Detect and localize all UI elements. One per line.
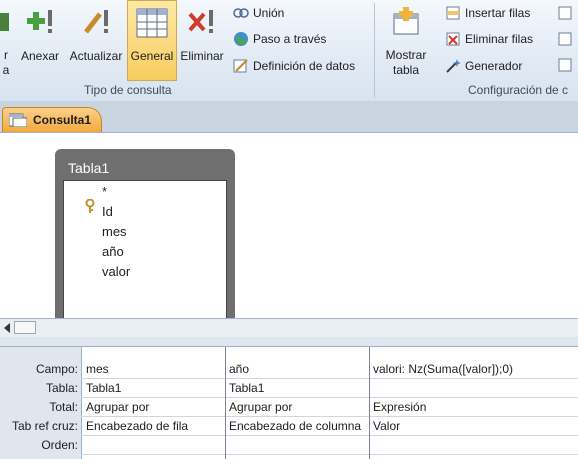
- row-label-campo: Campo:: [35, 362, 78, 376]
- update-pencil-icon: [66, 4, 126, 40]
- builder-button[interactable]: Generador: [445, 58, 522, 74]
- cell-col1-tabref[interactable]: Encabezado de fila: [86, 419, 222, 433]
- general-button[interactable]: General: [127, 0, 177, 81]
- table-field-list[interactable]: Tabla1 * Id mes año valor: [55, 149, 235, 325]
- cell-col1-tabla[interactable]: Tabla1: [86, 381, 222, 395]
- ribbon: ra Anexar Actualizar General Eliminar Un…: [0, 0, 578, 102]
- update-label: Actualizar: [69, 49, 123, 63]
- tab-consulta1[interactable]: Consulta1: [2, 107, 102, 132]
- table-title: Tabla1: [68, 160, 110, 176]
- builder-label: Generador: [465, 59, 523, 73]
- data-definition-label: Definición de datos: [253, 59, 356, 73]
- passthrough-button[interactable]: Paso a través: [233, 31, 326, 47]
- cell-col2-campo[interactable]: año: [229, 362, 367, 376]
- scroll-left-icon[interactable]: [4, 323, 10, 333]
- cell-col1-campo[interactable]: mes: [86, 362, 222, 376]
- primary-key-icon: [85, 199, 95, 213]
- field-valor[interactable]: valor: [102, 264, 130, 279]
- pane-splitter[interactable]: [0, 337, 578, 347]
- show-table-label: Mostrar tabla: [385, 48, 427, 77]
- union-button[interactable]: Unión: [233, 5, 284, 21]
- show-table-icon: [378, 4, 434, 40]
- group-separator: [374, 3, 375, 98]
- union-label: Unión: [253, 6, 285, 20]
- insert-rows-button[interactable]: Insertar filas: [445, 5, 530, 21]
- cell-col2-tabref[interactable]: Encabezado de columna: [229, 419, 367, 433]
- scroll-thumb[interactable]: [14, 321, 36, 334]
- row-label-tabref: Tab ref cruz:: [11, 419, 78, 433]
- insert-rows-icon: [446, 6, 460, 20]
- cell-col2-tabla[interactable]: Tabla1: [229, 381, 367, 395]
- delete-rows-icon: [446, 32, 460, 46]
- column-divider[interactable]: [225, 347, 226, 459]
- delete-columns-icon: [558, 32, 572, 46]
- cell-col2-total[interactable]: Agrupar por: [229, 400, 367, 414]
- tab-label: Consulta1: [33, 113, 92, 127]
- field-mes[interactable]: mes: [102, 224, 127, 239]
- grid-line: [81, 378, 578, 379]
- horizontal-scrollbar[interactable]: [0, 318, 578, 338]
- grid-line: [81, 435, 578, 436]
- grid-line: [81, 416, 578, 417]
- builder-wand-icon: [446, 59, 461, 73]
- run-button[interactable]: ra: [0, 0, 14, 78]
- field-all[interactable]: *: [102, 184, 107, 199]
- append-label: Anexar: [20, 49, 60, 63]
- cell-col3-tabref[interactable]: Valor: [373, 419, 578, 433]
- show-table-button[interactable]: Mostrar tabla: [378, 0, 434, 78]
- delete-x-icon: [178, 4, 226, 40]
- cell-col1-total[interactable]: Agrupar por: [86, 400, 222, 414]
- grid-line: [81, 397, 578, 398]
- delete-query-button[interactable]: Eliminar: [178, 0, 226, 64]
- grid-line: [81, 454, 578, 455]
- more-setup-icons[interactable]: [557, 5, 573, 73]
- return-icon: [558, 58, 572, 72]
- field-list[interactable]: * Id mes año valor: [63, 180, 227, 325]
- field-id[interactable]: Id: [102, 204, 113, 219]
- insert-rows-label: Insertar filas: [465, 6, 531, 20]
- general-label: General: [130, 49, 174, 63]
- update-button[interactable]: Actualizar: [66, 0, 126, 64]
- data-definition-icon: [233, 59, 248, 73]
- cell-col3-campo[interactable]: valori: Nz(Suma([valor]);0): [373, 362, 578, 376]
- crosstab-grid-icon: [128, 5, 176, 41]
- append-plus-icon: [18, 4, 62, 40]
- delete-rows-button[interactable]: Eliminar filas: [445, 31, 533, 47]
- delete-query-label: Eliminar: [180, 49, 224, 63]
- field-ano[interactable]: año: [102, 244, 124, 259]
- data-definition-button[interactable]: Definición de datos: [233, 58, 355, 74]
- delete-rows-label: Eliminar filas: [465, 32, 534, 46]
- union-rings-icon: [233, 8, 249, 18]
- query-design-grid[interactable]: Campo: Tabla: Total: Tab ref cruz: Orden…: [0, 347, 578, 459]
- column-divider[interactable]: [369, 347, 370, 459]
- setup-group-label: Configuración de c: [468, 83, 569, 97]
- globe-icon: [234, 32, 248, 46]
- query-icon: [9, 113, 27, 127]
- row-label-tabla: Tabla:: [45, 381, 78, 395]
- row-label-orden: Orden:: [41, 438, 78, 452]
- query-type-group-label: Tipo de consulta: [84, 83, 172, 97]
- cell-col3-total[interactable]: Expresión: [373, 400, 578, 414]
- insert-columns-icon: [558, 6, 572, 20]
- row-label-total: Total:: [49, 400, 78, 414]
- query-design-area[interactable]: Tabla1 * Id mes año valor: [0, 133, 578, 325]
- document-tab-bar: Consulta1: [0, 101, 578, 133]
- append-button[interactable]: Anexar: [18, 0, 62, 64]
- passthrough-label: Paso a través: [253, 32, 327, 46]
